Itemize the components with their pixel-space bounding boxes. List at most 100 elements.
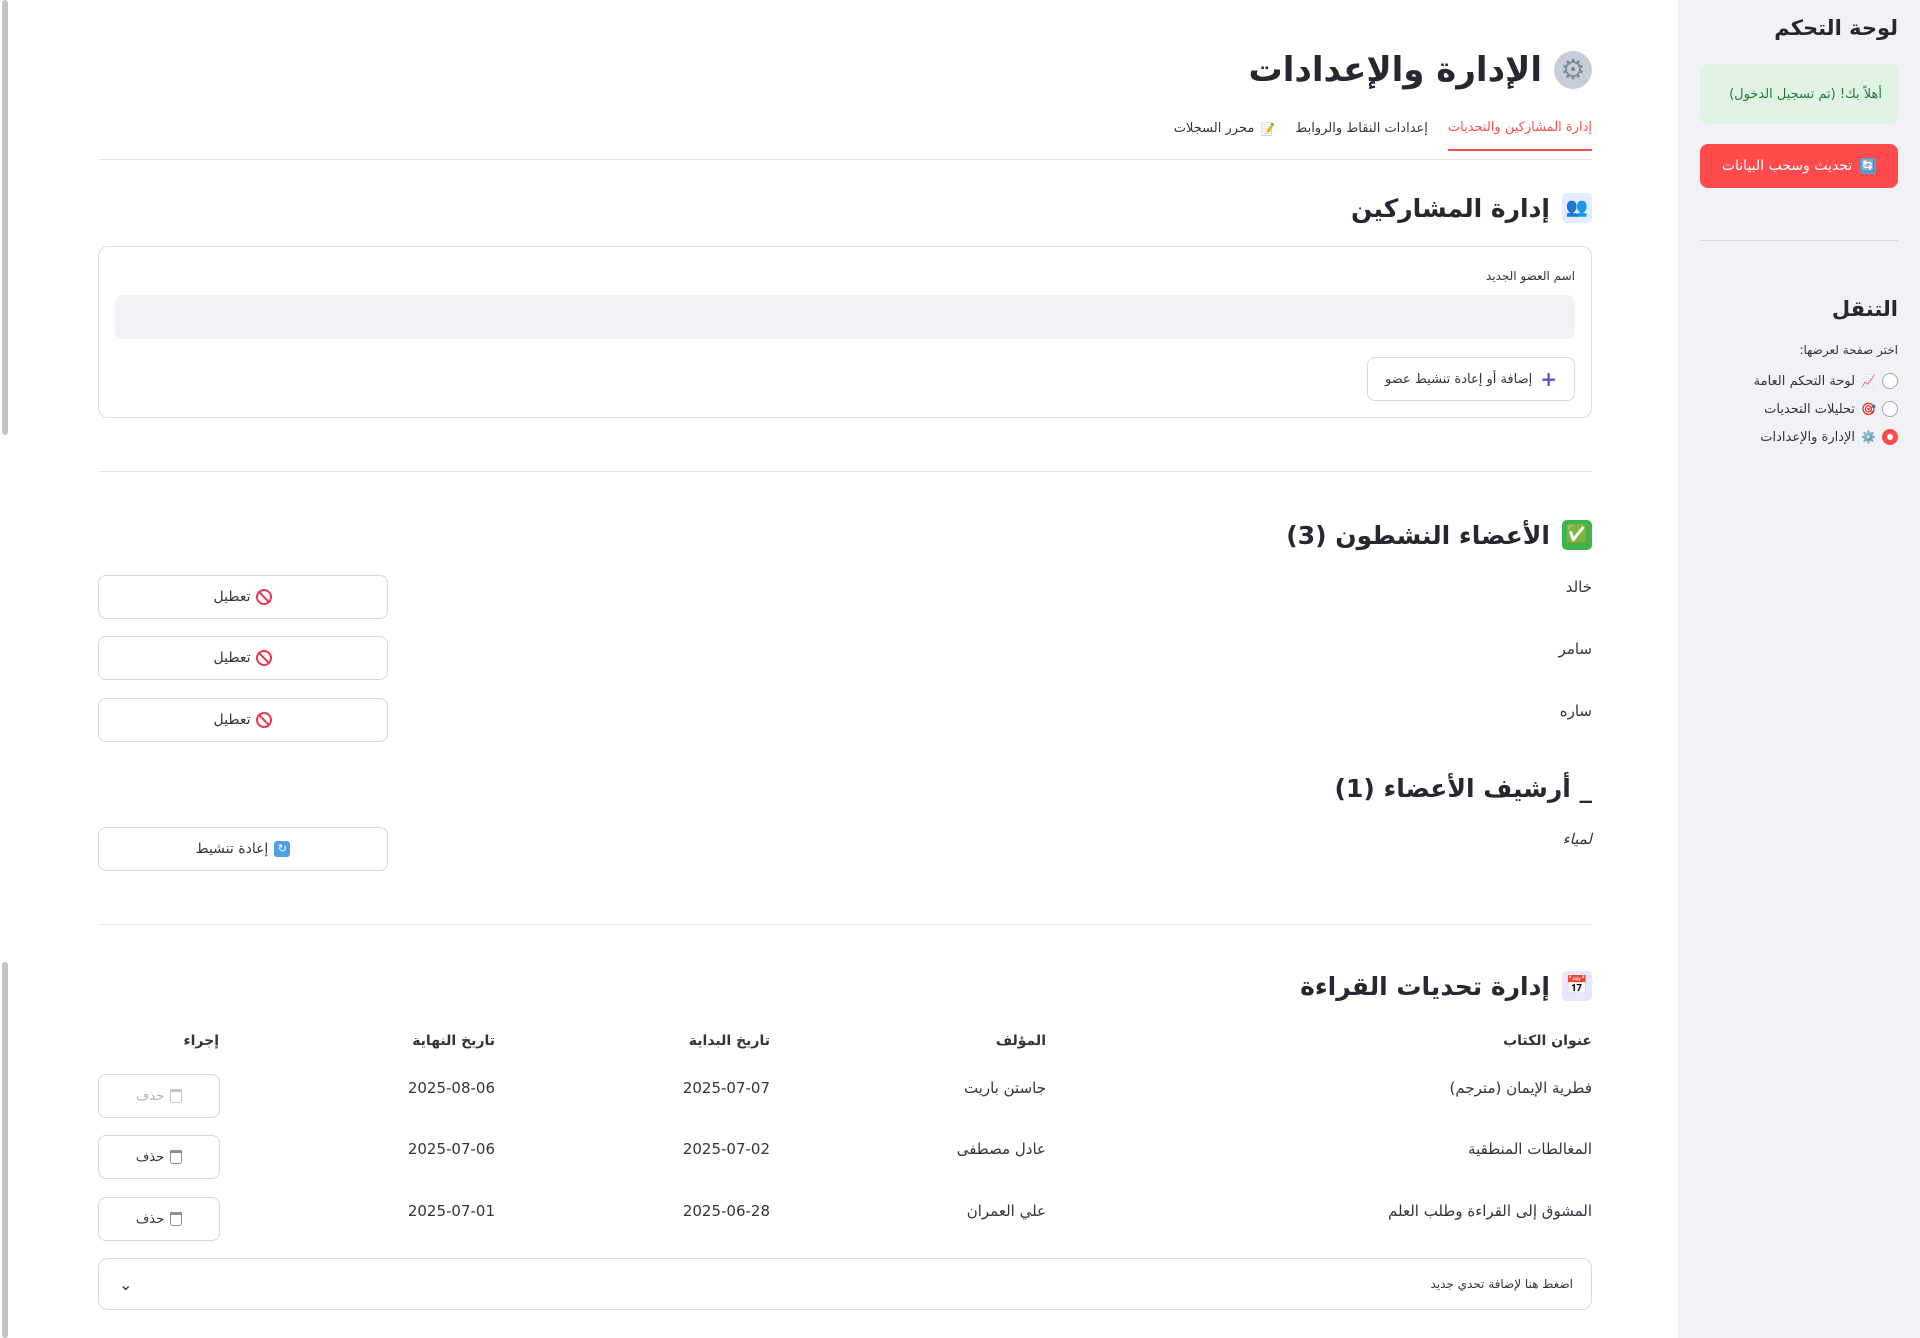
challenge-author-cell: علي العمران	[966, 1202, 1046, 1220]
challenge-author-cell: عادل مصطفى	[956, 1140, 1046, 1158]
target-icon: 🎯	[1861, 402, 1876, 416]
deactivate-label: تعطيل	[213, 650, 251, 666]
challenge-author-cell: جاستن باريت	[963, 1079, 1046, 1097]
delete-challenge-button[interactable]: حذف	[98, 1135, 220, 1179]
refresh-icon: ↻	[274, 841, 291, 857]
add-member-label: إضافة أو إعادة تنشيط عضو	[1384, 371, 1533, 387]
nav-radio-group: 📈 لوحة التحكم العامة 🎯 تحليلات التحديات …	[1700, 367, 1898, 451]
participants-heading-text: إدارة المشاركين	[1351, 193, 1550, 223]
radio-button-selected[interactable]	[1882, 429, 1898, 445]
delete-label: حذف	[135, 1149, 165, 1165]
challenge-end-cell: 2025-07-06	[407, 1140, 495, 1158]
archived-member-name: لمياء	[1562, 830, 1592, 848]
column-header-end: تاريخ النهاية	[412, 1033, 495, 1049]
deactivate-label: تعطيل	[213, 712, 251, 728]
column-header-start: تاريخ البداية	[688, 1033, 770, 1049]
login-success-alert: أهلاً بك! (تم تسجيل الدخول)	[1700, 64, 1898, 124]
sidebar: لوحة التحكم أهلاً بك! (تم تسجيل الدخول) …	[1678, 0, 1920, 1338]
archive-heading-text: _ أرشيف الأعضاء (1)	[1334, 774, 1592, 803]
refresh-data-label: تحديث وسحب البيانات	[1721, 158, 1853, 174]
tab-label: محرر السجلات	[1173, 121, 1255, 136]
participants-heading: 👥 إدارة المشاركين	[1351, 193, 1592, 223]
member-name: خالد	[1565, 578, 1592, 596]
challenge-start-cell: 2025-06-28	[682, 1202, 770, 1220]
add-challenge-expander-label: اضغط هنا لإضافة تحدي جديد	[1430, 1277, 1573, 1291]
refresh-data-button[interactable]: 🔄 تحديث وسحب البيانات	[1700, 144, 1898, 188]
challenge-end-cell: 2025-08-06	[407, 1079, 495, 1097]
check-icon: ✅	[1562, 520, 1592, 550]
prohibited-icon	[256, 589, 273, 605]
tab-log-editor[interactable]: 📝 محرر السجلات	[1174, 120, 1275, 151]
challenge-start-cell: 2025-07-07	[682, 1079, 770, 1097]
new-member-label: اسم العضو الجديد	[1485, 269, 1575, 283]
challenges-heading-text: إدارة تحديات القراءة	[1300, 971, 1550, 1001]
column-header-author: المؤلف	[995, 1033, 1046, 1049]
sidebar-title: لوحة التحكم	[1774, 16, 1898, 40]
trash-icon	[170, 1089, 183, 1103]
deactivate-button[interactable]: تعطيل	[98, 575, 388, 619]
radio-button[interactable]	[1882, 401, 1898, 417]
trash-icon	[170, 1150, 183, 1164]
gear-icon: ⚙	[1554, 51, 1592, 89]
tab-points-links[interactable]: إعدادات النقاط والروابط	[1295, 120, 1428, 151]
section-divider	[98, 924, 1592, 925]
deactivate-button[interactable]: تعطيل	[98, 636, 388, 680]
column-header-action: إجراء	[183, 1033, 219, 1049]
deactivate-label: تعطيل	[213, 589, 251, 605]
nav-item-label: تحليلات التحديات	[1764, 401, 1856, 417]
reactivate-label: إعادة تنشيط	[195, 841, 269, 857]
challenge-title-cell: المغالطات المنطقية	[1468, 1140, 1592, 1158]
sidebar-divider	[1700, 240, 1898, 241]
plus-icon: +	[1540, 367, 1558, 391]
challenges-heading: 📅 إدارة تحديات القراءة	[1300, 971, 1592, 1001]
trash-icon	[170, 1212, 183, 1226]
active-members-heading-text: الأعضاء النشطون (3)	[1286, 520, 1550, 550]
tab-bar: إدارة المشاركين والتحديات إعدادات النقاط…	[1174, 120, 1592, 151]
member-name: ساره	[1559, 702, 1592, 720]
active-members-heading: ✅ الأعضاء النشطون (3)	[1286, 520, 1592, 550]
add-challenge-expander[interactable]: اضغط هنا لإضافة تحدي جديد ⌄	[98, 1258, 1592, 1310]
page-title: ⚙ الإدارة والإعدادات	[1249, 50, 1592, 90]
deactivate-button[interactable]: تعطيل	[98, 698, 388, 742]
nav-item-label: لوحة التحكم العامة	[1753, 373, 1856, 389]
section-divider	[98, 471, 1592, 472]
gear-icon: ⚙️	[1861, 430, 1876, 444]
delete-challenge-button[interactable]: حذف	[98, 1074, 220, 1118]
chevron-down-icon: ⌄	[119, 1274, 133, 1294]
refresh-icon: 🔄	[1860, 158, 1877, 174]
nav-item-dashboard[interactable]: 📈 لوحة التحكم العامة	[1700, 367, 1898, 395]
left-scrollbar-bottom[interactable]	[2, 962, 8, 1338]
page-title-text: الإدارة والإعدادات	[1248, 50, 1542, 90]
challenge-title-cell: المشوق إلى القراءة وطلب العلم	[1388, 1202, 1592, 1220]
delete-label: حذف	[135, 1088, 165, 1104]
calendar-icon: 📅	[1562, 971, 1592, 1001]
left-scrollbar-top[interactable]	[2, 0, 8, 435]
nav-item-challenge-analytics[interactable]: 🎯 تحليلات التحديات	[1700, 395, 1898, 423]
nav-prompt: اختر صفحة لعرضها:	[1799, 343, 1898, 357]
login-success-text: أهلاً بك! (تم تسجيل الدخول)	[1729, 86, 1882, 102]
radio-button[interactable]	[1882, 373, 1898, 389]
member-name: سامر	[1558, 640, 1592, 658]
tab-participants-challenges[interactable]: إدارة المشاركين والتحديات	[1447, 120, 1592, 151]
delete-label: حذف	[135, 1211, 165, 1227]
delete-challenge-button[interactable]: حذف	[98, 1197, 220, 1241]
reactivate-button[interactable]: ↻ إعادة تنشيط	[98, 827, 388, 871]
challenge-start-cell: 2025-07-02	[682, 1140, 770, 1158]
add-member-button[interactable]: + إضافة أو إعادة تنشيط عضو	[1367, 357, 1575, 401]
people-icon: 👥	[1562, 193, 1592, 223]
new-member-input[interactable]	[115, 295, 1575, 339]
nav-item-label: الإدارة والإعدادات	[1760, 429, 1856, 445]
nav-title: التنقل	[1831, 297, 1898, 321]
tab-label: إدارة المشاركين والتحديات	[1447, 120, 1592, 135]
column-header-title: عنوان الكتاب	[1503, 1033, 1592, 1049]
chart-icon: 📈	[1861, 374, 1876, 388]
tabs-underline	[98, 159, 1592, 160]
archive-heading: _ أرشيف الأعضاء (1)	[1335, 774, 1592, 803]
memo-icon: 📝	[1260, 121, 1276, 136]
tab-label: إعدادات النقاط والروابط	[1295, 121, 1428, 136]
challenge-end-cell: 2025-07-01	[407, 1202, 495, 1220]
nav-item-admin-settings[interactable]: ⚙️ الإدارة والإعدادات	[1700, 423, 1898, 451]
challenge-title-cell: فطرية الإيمان (مترجم)	[1449, 1079, 1592, 1097]
prohibited-icon	[256, 650, 273, 666]
prohibited-icon	[256, 712, 273, 728]
